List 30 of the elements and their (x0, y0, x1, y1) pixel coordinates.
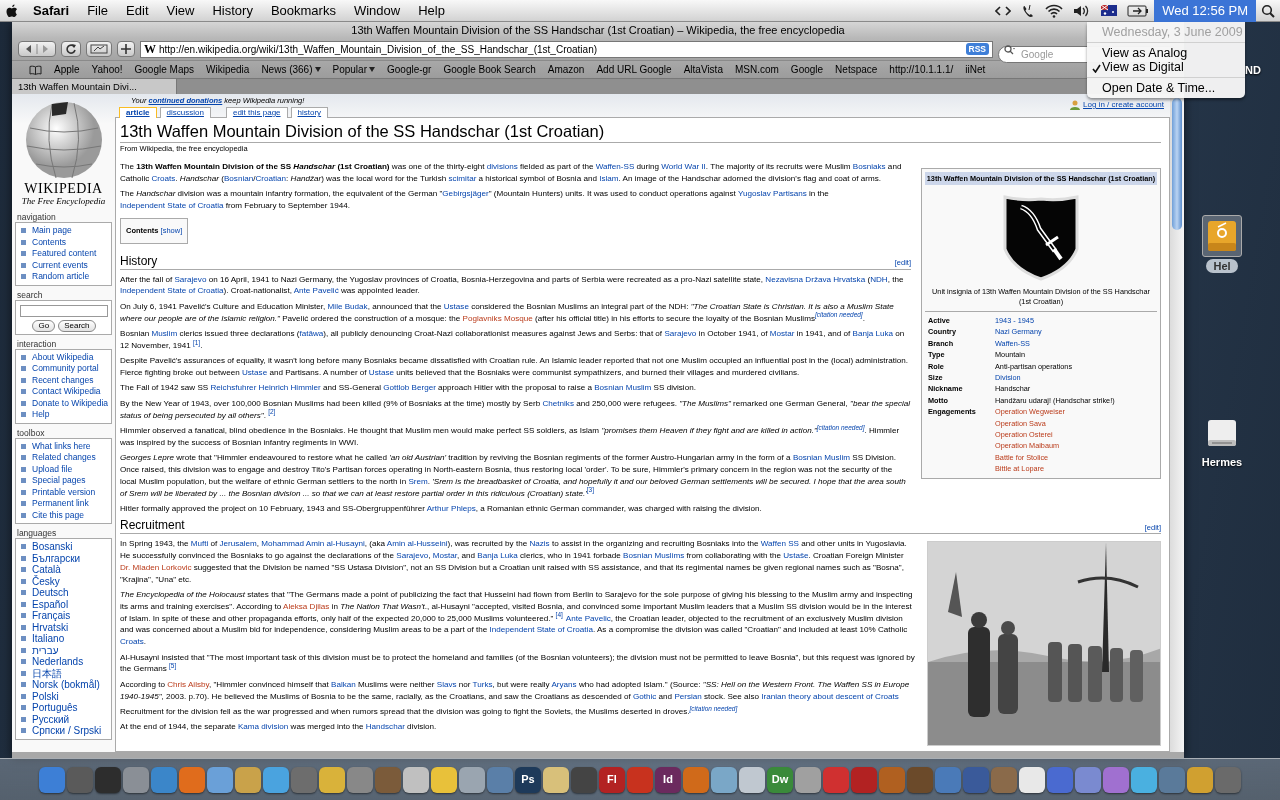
paragraph: Al-Husayni insisted that "The most important task of this division must be to protect the homeland and families (of the Bosnian volunteers); the division must not be permitted to leave Bosnia", but this request was ignored by the Germans $^{[5]}$ (120, 651, 916, 676)
portlet-heading: languages (16, 528, 58, 538)
url-text: http://en.wikipedia.org/wiki/13th_Waffen_Mountain_Division_of_the_SS_Handschar_(1st_Croatian) (159, 42, 598, 57)
portlet-heading: search (16, 289, 44, 300)
paragraph: Georges Lepre wrote that "Himmler endeavoured to restore what he called 'an old Austrian' tradition by reviving the Bosnian regiments of the former Austro-Hungarian army in the form of a Bosnian Muslim SS Division. Once raised, this division was to engage and destroy Tito's Partisan forces operating in North-eastern Bosnia, thus restoring local 'order'. To be sure, Himmler's primary concern in the region was not the security of the local Muslim population, but the welfare of ethnic German settlers to the north in Srem. 'Srem is the breadbasket of Croatia, and hopefully it and our beloved German settlements will be secured. I hope that the area south of Srem will be liberated by ... the Bosnian division ... so that we can at least restore partial order in this ridiculous (Croatian) state.'$^{[3]}$ (120, 452, 907, 500)
favicon-icon: W (144, 43, 156, 55)
paragraph: The Encyclopedia of the Holocaust states that "The Germans made a point of publicizing the fact that Husseini had flown from Berlin to Sarajevo for the sole purpose of giving his blessing to the Muslim army and inspecting its arms and training exercises". According to Aleksa Djilas in The Nation That Wasn't., al-Husayni "accepted, visited Bosnia, and convinced some important Muslim leaders that a Muslim SS division would be in the interest of Islam. In spite of these and other propaganda efforts, only half of the expected 20,000 to 25,000 Muslims volunteered." $^{[4]}$ Ante Pavelic, the Croatian leader, objected to the recruitment of an exclusively Muslim division and was concerned about a Muslim bid for independence, considering Muslim areas to be a part of the Independent State of Croatia. As a compromise the division was called "Croatian" and included at least 10% Catholic Croats. (120, 589, 914, 649)
paragraph: The 13th Waffen Mountain Division of the SS Handschar (1st Croatian) was one of the thirty-eight divisions fielded as part of the Waffen-SS during World War II. The majority of its recruits were Muslim Bosniaks and Catholic Croats. Handschar (Bosnian/Croatian: Handžar) was the local word for the Turkish scimitar a historical symbol of Bosnia and Islam. An image of the Handschar adorned the division's flag and coat of arms. (120, 161, 903, 185)
paragraph: The Handschar division was a mountain infantry formation, the equivalent of the German "Gebirgsjäger" (Mountain Hunters) units. It was used to conduct operations against Yugoslav Partisans in the Independent State of Croatia from February to September 1944. (120, 188, 830, 212)
paragraph: On July 6, 1941 Pavelić's Culture and Education Minister, Mile Budak, announced that the Ustase considered the Bosnian Muslims an integral part of the NDH: "The Croatian State is Christian. It is also a Muslim State where our people are of the Islamic religion." Pavelić ordered the construction of a mosque: the Poglavniks Mosque (after his official title) in his efforts to secure the loyalty of the Bosnian Muslims$^{[citation needed]}$. (120, 300, 895, 325)
portlet-heading: interaction (16, 338, 58, 349)
date-label: Wednesday, 3 June 2009 (1101, 25, 1244, 39)
portlet-heading: toolbox (16, 427, 46, 438)
paragraph: Bosnian Muslim clerics issued three declarations (fatāwa), all publicly denouncing Croat-Nazi collaborationist measures against Jews and Serbs: that of Sarajevo in October 1941, of Mostar in 1941, and of Banja Luka on 12 November, 1941 $^{[1]}$. (120, 328, 906, 352)
paragraph: According to Chris Ailsby, "Himmler convinced himself that Balkan Muslims were neither Slavs nor Turks, but were really Aryans who had adopted Islam." (Source: "SS: Hell on the Western Front. The Waffen SS in Europe 1940-1945", 2003. p.70). He believed the Muslims of Bosnia to be the same, racially, as the Croatians, and saw the Croatians as descended of Gothic and Persian stock. See also Iranian theory about descent of Croats (120, 678, 911, 703)
section-heading: History (120, 253, 158, 269)
paragraph: At the end of 1944, the separate Kama division was merged into the Handschar division. (120, 721, 438, 734)
portlet-heading: navigation (16, 212, 57, 222)
paragraph: Despite Pavelić's assurances of equality, it wasn't long before many Bosniaks became dissatisfied with Croatian rule. An Islamic leader reported that not one Muslim occupied an influential post in the (local) administration. Fierce fighting broke out between Ustase and Partisans. A number of Ustase units believed that the Bosniaks were communist sympathizers, and burned their villages and murdered civilians. (120, 355, 909, 379)
paragraph: In Spring 1943, the Mufti of Jerusalem, Mohammad Amin al-Husayni, (aka Amin al-Husseini), was recruited by the Nazis to assist in the organizing and recruiting Bosniaks into the Waffen SS and other units in Yugoslavia. He successfully convinced the Bosniaks to go against the declarations of the Sarajevo, Mostar, and Banja Luka clerics, who in 1941 forbade Bosnian Muslims from collaborating with the Ustaše. Croatian Foreign Minister Dr. Mladen Lorkovic suggested that the Division be named "SS Ustasa Division", not an SS Division but a Croatian unit raised with SS assistance, and that its regimental names be given regional names such as "Bosna", "Krajina", "Una" etc. (120, 538, 908, 586)
paragraph: Recruitment for the division fell as the war progressed and when rumors spread that the division was going to fight the Soviets, the Muslims deserted in droves.$^{[citation needed]}$ (120, 706, 739, 718)
article-title: 13th Waffen Mountain Division of the SS Handschar (1st Croatian) (120, 120, 1161, 143)
logo-tagline: The Free Encyclopedia (21, 196, 106, 206)
paragraph: Hitler formally approved the project on 10 February, 1943 and SS-Obergruppenführer Arthur Phleps, a Romanian ethnic German commander, was charged with raising the division. (120, 502, 763, 515)
paragraph: By the New Year of 1943, over 100,000 Bosnian Muslims had been killed (9% of Bosniaks at the time) mostly by Serb Chetniks and 250,000 were refugees. "The Muslims" remarked one German General, "bear the special status of being persecuted by all others". $^{[2]}$ (120, 397, 911, 422)
desktop-icon-label: ND (1245, 63, 1261, 78)
paragraph: The Fall of 1942 saw SS Reichsfuhrer Heinrich Himmler and SS-General Gottlob Berger approach Hitler with the proposal to raise a Bosnian Muslim SS division. (120, 382, 697, 395)
section-heading: Recruitment (120, 518, 185, 534)
paragraph: After the fall of Sarajevo on 16 April, 1941 to Nazi Germany, the Yugoslav provinces of Croatia, Bosnia-Herzegovina and parts of Serbia were recreated as a pro-Nazi satellite state, Nezavisna Država Hrvatska (NDH, the Independent State of Croatia). Croat-nationalist, Ante Pavelić was appointed leader. (120, 273, 905, 298)
paragraph: Himmler observed a fanatical, blind obedience in the Bosniaks. He thought that Muslim men would make perfect SS soldiers, as Islam "promises them Heaven if they fight and are killed in action."$^{[citation needed]}$. Himmler was inspired by the success of Bosnian infantry regiments in WWI. (120, 424, 901, 449)
